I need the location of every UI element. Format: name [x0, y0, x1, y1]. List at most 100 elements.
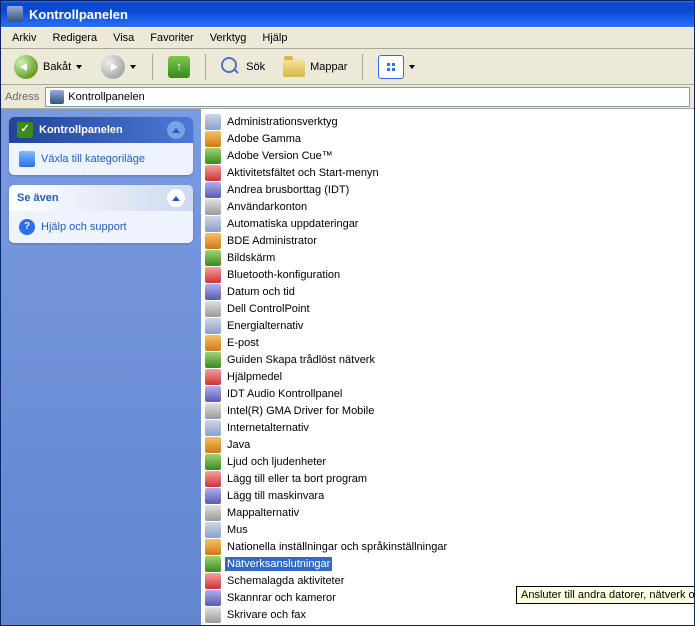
applet-icon — [205, 369, 221, 385]
applet-icon — [205, 505, 221, 521]
address-label: Adress — [5, 91, 39, 103]
list-item[interactable]: Bildskärm — [201, 249, 694, 266]
list-item-label: Administrationsverktyg — [225, 115, 340, 129]
list-item-label: Lägg till eller ta bort program — [225, 472, 369, 486]
sidebar: Kontrollpanelen Växla till kategoriläge … — [1, 109, 201, 625]
link-label: Växla till kategoriläge — [41, 153, 145, 165]
list-item[interactable]: Ljud och ljudenheter — [201, 453, 694, 470]
applet-icon — [205, 454, 221, 470]
applet-icon — [205, 284, 221, 300]
link-help-support[interactable]: Hjälp och support — [19, 219, 183, 235]
menu-favorites[interactable]: Favoriter — [143, 29, 200, 47]
list-item-label: Skrivare och fax — [225, 608, 308, 622]
list-item-label: Intel(R) GMA Driver for Mobile — [225, 404, 376, 418]
applet-icon — [205, 233, 221, 249]
menu-edit[interactable]: Redigera — [45, 29, 104, 47]
panel-header[interactable]: Kontrollpanelen — [9, 117, 193, 143]
list-item-label: BDE Administrator — [225, 234, 319, 248]
control-panel-list: AdministrationsverktygAdobe GammaAdobe V… — [201, 109, 694, 625]
back-button[interactable]: Bakåt — [7, 52, 90, 82]
address-value: Kontrollpanelen — [68, 91, 144, 103]
list-item[interactable]: Andrea brusborttag (IDT) — [201, 181, 694, 198]
list-item[interactable]: Dell ControlPoint — [201, 300, 694, 317]
folder-icon — [283, 59, 305, 77]
list-item-label: Energialternativ — [225, 319, 305, 333]
applet-icon — [205, 590, 221, 606]
back-arrow-icon — [14, 55, 38, 79]
chevron-down-icon — [130, 63, 137, 70]
list-item[interactable]: Administrationsverktyg — [201, 113, 694, 130]
menu-help[interactable]: Hjälp — [255, 29, 294, 47]
list-item[interactable]: Lägg till maskinvara — [201, 487, 694, 504]
list-item-label: IDT Audio Kontrollpanel — [225, 387, 344, 401]
window: Kontrollpanelen Arkiv Redigera Visa Favo… — [0, 0, 695, 626]
panel-title: Se även — [17, 192, 59, 204]
list-item[interactable]: Automatiska uppdateringar — [201, 215, 694, 232]
search-button[interactable]: Sök — [214, 52, 272, 82]
list-item[interactable]: Adobe Version Cue™ — [201, 147, 694, 164]
applet-icon — [205, 403, 221, 419]
collapse-icon[interactable] — [167, 121, 185, 139]
list-item-label: Bildskärm — [225, 251, 277, 265]
list-item[interactable]: Mus — [201, 521, 694, 538]
list-item[interactable]: E-post — [201, 334, 694, 351]
list-item[interactable]: Adobe Gamma — [201, 130, 694, 147]
panel-header[interactable]: Se även — [9, 185, 193, 211]
up-button[interactable] — [161, 52, 197, 82]
list-item[interactable]: Skrivare och fax — [201, 606, 694, 623]
address-box[interactable]: Kontrollpanelen — [45, 87, 690, 107]
list-item[interactable]: Bluetooth-konfiguration — [201, 266, 694, 283]
list-item-label: Användarkonton — [225, 200, 309, 214]
menu-tools[interactable]: Verktyg — [203, 29, 254, 47]
forward-button[interactable] — [94, 52, 144, 82]
list-item[interactable]: Guiden Skapa trådlöst nätverk — [201, 351, 694, 368]
link-switch-category[interactable]: Växla till kategoriläge — [19, 151, 183, 167]
list-item[interactable]: Hjälpmedel — [201, 368, 694, 385]
list-item[interactable]: Internetalternativ — [201, 419, 694, 436]
applet-icon — [205, 250, 221, 266]
body: Kontrollpanelen Växla till kategoriläge … — [1, 109, 694, 625]
views-button[interactable] — [371, 52, 423, 82]
applet-icon — [205, 352, 221, 368]
list-item[interactable]: IDT Audio Kontrollpanel — [201, 385, 694, 402]
control-panel-icon — [7, 6, 23, 22]
menu-file[interactable]: Arkiv — [5, 29, 43, 47]
list-item[interactable]: Nätverksanslutningar — [201, 555, 694, 572]
applet-icon — [205, 437, 221, 453]
list-item[interactable]: Energialternativ — [201, 317, 694, 334]
list-item[interactable]: Användarkonton — [201, 198, 694, 215]
applet-icon — [205, 335, 221, 351]
applet-icon — [205, 114, 221, 130]
list-item-label: Aktivitetsfältet och Start-menyn — [225, 166, 381, 180]
list-item[interactable]: Intel(R) GMA Driver for Mobile — [201, 402, 694, 419]
list-item[interactable]: Nationella inställningar och språkinstäl… — [201, 538, 694, 555]
menubar: Arkiv Redigera Visa Favoriter Verktyg Hj… — [1, 27, 694, 49]
collapse-icon[interactable] — [167, 189, 185, 207]
toolbar: Bakåt Sök Mappar — [1, 49, 694, 85]
list-item-label: Datum och tid — [225, 285, 297, 299]
list-item-label: Internetalternativ — [225, 421, 311, 435]
list-item[interactable]: Datum och tid — [201, 283, 694, 300]
list-item[interactable]: Java — [201, 436, 694, 453]
list-item-label: E-post — [225, 336, 261, 350]
chevron-down-icon — [409, 63, 416, 70]
list-item[interactable]: Lägg till eller ta bort program — [201, 470, 694, 487]
chevron-down-icon — [76, 63, 83, 70]
list-item-label: Schemalagda aktiviteter — [225, 574, 346, 588]
list-item-label: Ljud och ljudenheter — [225, 455, 328, 469]
back-label: Bakåt — [43, 61, 71, 73]
list-item-label: Bluetooth-konfiguration — [225, 268, 342, 282]
folders-button[interactable]: Mappar — [276, 52, 354, 82]
list-item-label: Guiden Skapa trådlöst nätverk — [225, 353, 377, 367]
list-item[interactable]: Mappalternativ — [201, 504, 694, 521]
applet-icon — [205, 267, 221, 283]
views-icon — [378, 55, 404, 79]
list-item-label: Dell ControlPoint — [225, 302, 312, 316]
list-item-label: Mus — [225, 523, 250, 537]
list-item-label: Skannrar och kameror — [225, 591, 338, 605]
panel-see-also: Se även Hjälp och support — [9, 185, 193, 243]
menu-view[interactable]: Visa — [106, 29, 141, 47]
list-item[interactable]: BDE Administrator — [201, 232, 694, 249]
main-list-area: AdministrationsverktygAdobe GammaAdobe V… — [201, 109, 694, 625]
list-item[interactable]: Aktivitetsfältet och Start-menyn — [201, 164, 694, 181]
